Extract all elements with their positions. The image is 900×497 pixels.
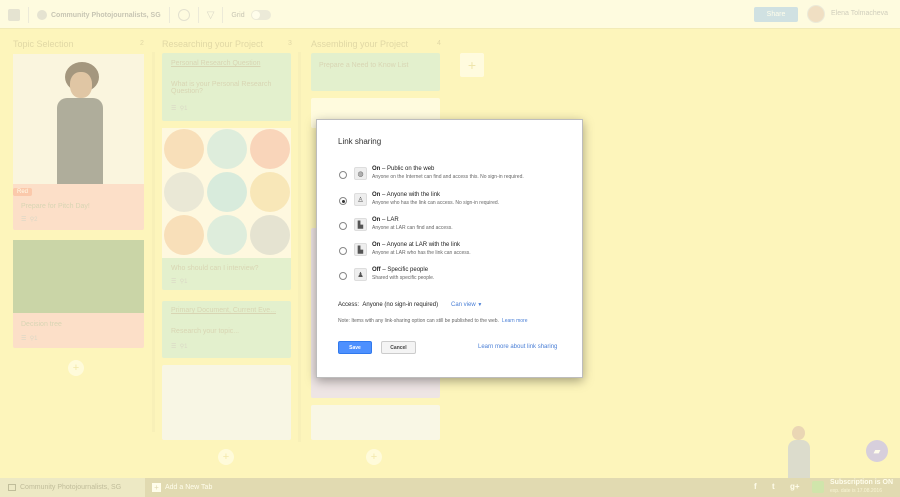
option-public-web[interactable]: ◍ On – Public on the web Anyone on the I… [339,166,569,188]
radio-button[interactable] [339,222,347,230]
person-link-icon: ♙ [354,193,367,206]
save-label: Save [349,344,361,351]
option-description: Anyone who has the link can access. No s… [372,200,500,206]
cancel-button[interactable]: Cancel [381,341,416,354]
option-description: Shared with specific people. [372,275,435,281]
option-description: Anyone on the Internet can find and acce… [372,174,524,180]
learn-more-link[interactable]: Learn more [502,318,528,324]
building-icon: ▙ [354,218,367,231]
access-row: Access: Anyone (no sign-in required) [338,302,438,308]
publish-note: Note: Items with any link-sharing option… [338,318,528,324]
access-label: Access: [338,302,360,308]
radio-button[interactable] [339,171,347,179]
option-lar-with-link[interactable]: ▙ On – Anyone at LAR with the link Anyon… [339,242,569,264]
option-title: On – Public on the web [372,166,435,172]
dialog-title: Link sharing [338,137,382,146]
radio-button[interactable] [339,272,347,280]
option-title: On – LAR [372,217,399,223]
save-button[interactable]: Save [338,341,372,354]
option-title: On – Anyone with the link [372,192,441,198]
learn-more-link-sharing[interactable]: Learn more about link sharing [478,344,557,350]
access-dropdown[interactable]: Can view ▼ [451,302,482,308]
option-title: Off – Specific people [372,267,429,273]
option-lar[interactable]: ▙ On – LAR Anyone at LAR can find and ac… [339,217,569,239]
building-link-icon: ▙ [354,243,367,256]
option-anyone-with-link[interactable]: ♙ On – Anyone with the link Anyone who h… [339,192,569,214]
option-description: Anyone at LAR who has the link can acces… [372,250,471,256]
globe-icon: ◍ [354,167,367,180]
option-specific-people[interactable]: ♟ Off – Specific people Shared with spec… [339,267,569,289]
caret-down-icon: ▼ [477,302,483,308]
option-title: On – Anyone at LAR with the link [372,242,461,248]
access-value: Anyone (no sign-in required) [362,302,439,308]
cancel-label: Cancel [390,344,407,351]
radio-button-selected[interactable] [339,197,347,205]
radio-button[interactable] [339,247,347,255]
people-icon: ♟ [354,268,367,281]
option-description: Anyone at LAR can find and access. [372,225,453,231]
link-sharing-dialog: Link sharing ◍ On – Public on the web An… [316,119,583,378]
